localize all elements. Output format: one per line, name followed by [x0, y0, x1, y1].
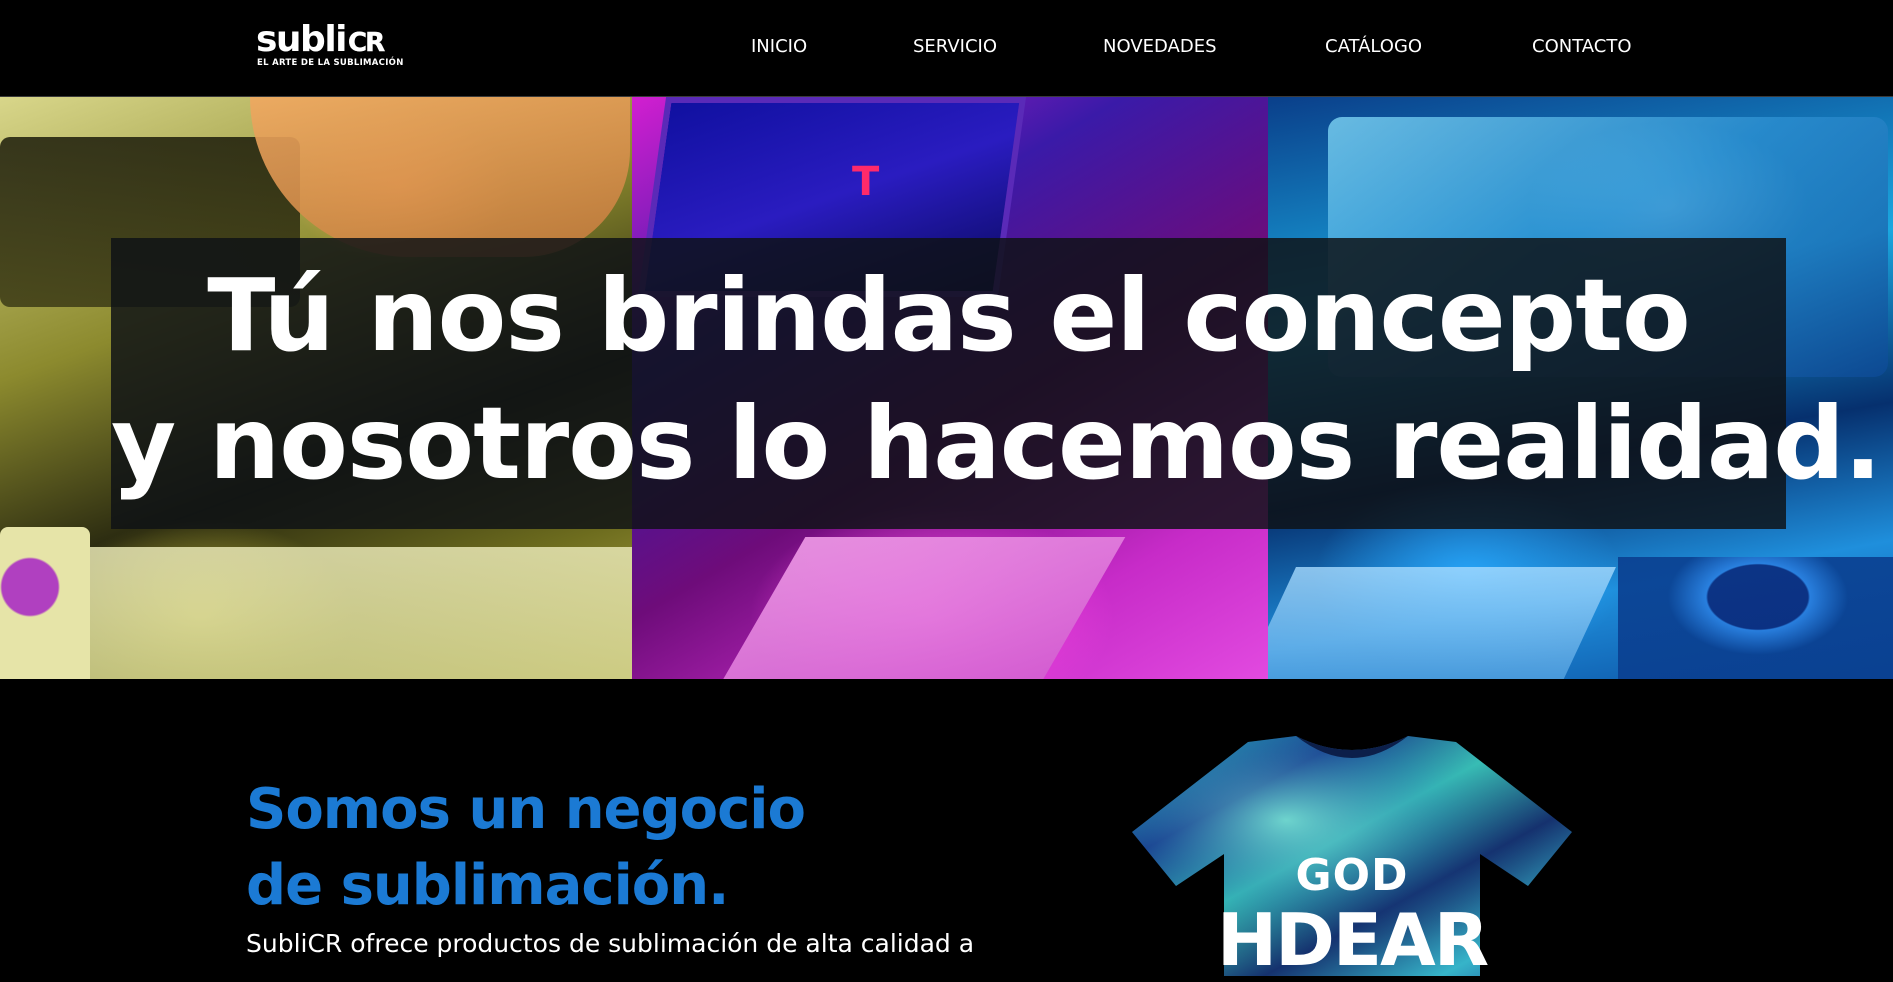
- table-shape: [34, 547, 632, 679]
- hero-banner: T Tú nos brindas el concepto y nosotros …: [0, 97, 1893, 679]
- hero-headline-line-2: y nosotros lo hacemos realidad.: [111, 385, 1882, 502]
- mug-shape: [0, 527, 90, 679]
- hero-headline-box: Tú nos brindas el concepto y nosotros lo…: [111, 238, 1882, 529]
- tshirt-image: GOD HDEAR: [1128, 736, 1576, 976]
- laptop-logo: T: [852, 159, 880, 205]
- tshirt-print-line-2: HDEAR: [1216, 898, 1489, 982]
- tshirt-print-line-1: GOD: [1295, 850, 1409, 901]
- about-title-line-2: de sublimación.: [246, 853, 729, 918]
- site-header: subli CR EL ARTE DE LA SUBLIMACIÓN INICI…: [0, 0, 1893, 97]
- nav-item-servicio[interactable]: SERVICIO: [913, 36, 997, 58]
- hero-headline-line-1: Tú nos brindas el concepto: [207, 257, 1691, 374]
- mug-press-shape: [1618, 557, 1893, 679]
- nav-item-inicio[interactable]: INICIO: [751, 36, 807, 58]
- about-title-line-1: Somos un negocio: [246, 777, 806, 842]
- hand-shape: [250, 97, 630, 257]
- nav-item-novedades[interactable]: NOVEDADES: [1103, 36, 1217, 58]
- table-shape: [1268, 567, 1616, 679]
- about-title: Somos un negocio de sublimación.: [246, 772, 806, 924]
- about-description: SubliCR ofrece productos de sublimación …: [246, 929, 975, 958]
- nav-item-contacto[interactable]: CONTACTO: [1532, 36, 1632, 58]
- nav-item-catalogo[interactable]: CATÁLOGO: [1325, 36, 1422, 58]
- pad-shape: [718, 537, 1126, 679]
- main-nav: INICIO SERVICIO NOVEDADES CATÁLOGO CONTA…: [0, 0, 1893, 97]
- about-section: Somos un negocio de sublimación. SubliCR…: [0, 679, 1893, 976]
